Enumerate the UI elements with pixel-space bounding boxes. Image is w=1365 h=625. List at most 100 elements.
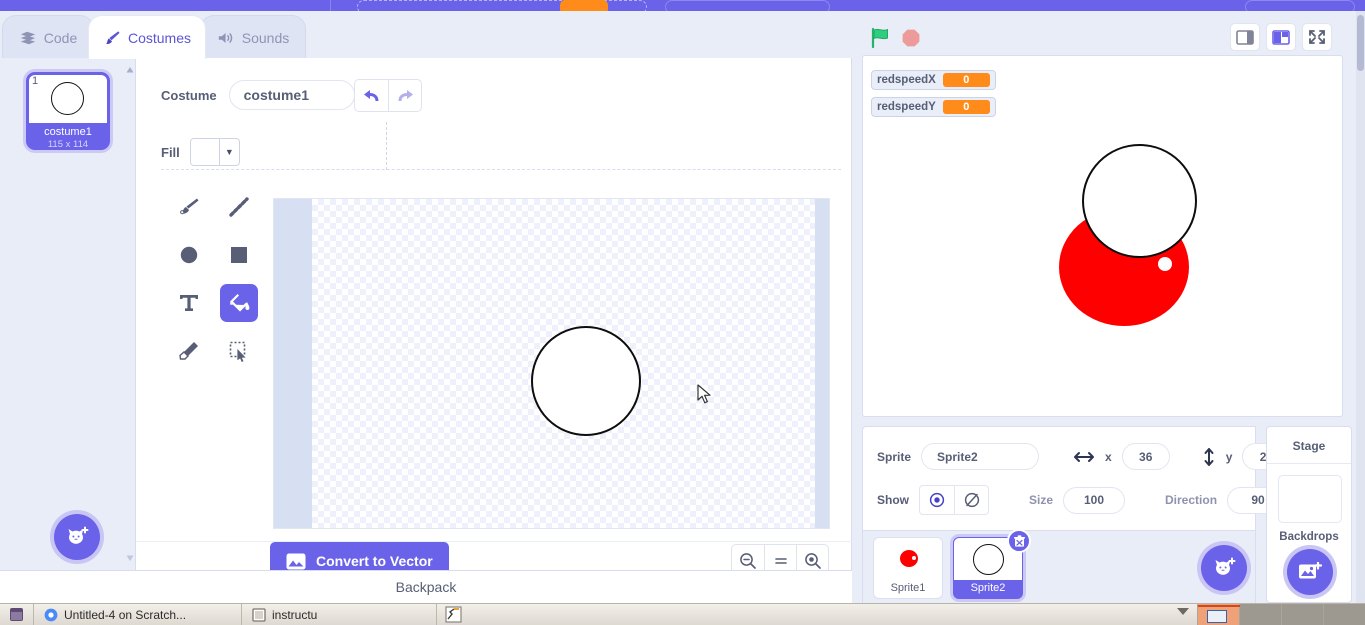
small-stage-button[interactable]	[1230, 23, 1260, 51]
redo-button[interactable]	[388, 80, 421, 111]
costume-field-label: Costume	[161, 88, 217, 103]
paint-canvas[interactable]	[273, 198, 830, 529]
show-hidden-button[interactable]	[954, 486, 988, 514]
canvas-transparency-checker	[312, 199, 817, 529]
eye-slash-icon	[963, 491, 981, 509]
convert-to-vector-label: Convert to Vector	[316, 553, 433, 569]
taskbar-item-label: instructu	[272, 608, 317, 622]
canvas-left-margin	[274, 199, 312, 528]
tab-costumes[interactable]: Costumes	[88, 15, 206, 59]
sprite-size-input[interactable]: 100	[1063, 487, 1125, 514]
costume-list-scrollbar[interactable]	[125, 58, 135, 570]
editor-body: Code Costumes Sounds	[0, 11, 1365, 603]
workspace-2[interactable]	[1239, 604, 1281, 625]
stage-column: redspeedX 0 redspeedY 0 Sprite Sprite2	[852, 11, 1365, 603]
mouse-cursor-icon	[697, 384, 713, 406]
paint-footer-divider	[136, 541, 852, 542]
sprite-info-panel: Sprite Sprite2 x 36 y 28 Show	[862, 426, 1256, 531]
sprite-item-sprite2[interactable]: Sprite2	[953, 537, 1023, 599]
workspace-3[interactable]	[1281, 604, 1323, 625]
fill-color-preview	[191, 139, 219, 165]
toolbar-bottom-divider	[161, 169, 841, 170]
scroll-up-icon[interactable]	[126, 66, 134, 74]
tab-sounds[interactable]: Sounds	[200, 15, 306, 59]
zoom-in-icon	[804, 552, 822, 570]
window-icon	[252, 608, 266, 622]
add-costume-button[interactable]	[54, 514, 100, 560]
show-visible-button[interactable]	[920, 486, 954, 514]
tab-code-label: Code	[44, 30, 77, 46]
workspace-1-strip	[1198, 605, 1240, 607]
launcher-icon	[9, 607, 24, 622]
monitor-redspeedX[interactable]: redspeedX 0	[871, 70, 996, 90]
stage-canvas[interactable]: redspeedX 0 redspeedY 0	[862, 55, 1343, 417]
workspace-4[interactable]	[1323, 604, 1365, 625]
costume-item-1[interactable]: 1 costume1 115 x 114	[26, 72, 110, 150]
costume-name-input[interactable]	[229, 80, 355, 110]
fill-tool[interactable]	[220, 284, 258, 322]
backpack-bar[interactable]: Backpack	[0, 570, 852, 603]
system-taskbar: Untitled-4 on Scratch... instructu	[0, 603, 1365, 625]
sprite-item-sprite1[interactable]: Sprite1	[873, 537, 943, 599]
chrome-icon	[44, 608, 58, 622]
taskbar-tray-editor[interactable]	[437, 604, 470, 625]
fill-label: Fill	[161, 145, 180, 160]
eraser-tool[interactable]	[170, 332, 208, 370]
tab-code[interactable]: Code	[2, 15, 94, 59]
launcher-button[interactable]	[0, 604, 34, 625]
menubar-see-project-page-button[interactable]	[665, 0, 830, 11]
page-scrollbar-thumb[interactable]	[1357, 15, 1364, 71]
fullscreen-button[interactable]	[1302, 23, 1332, 51]
brush-tool[interactable]	[170, 188, 208, 226]
canvas-circle-shape[interactable]	[531, 326, 641, 436]
scroll-down-icon[interactable]	[126, 554, 134, 562]
paint-editor: Costume Fill ▼	[136, 58, 852, 570]
stop-icon[interactable]	[900, 27, 922, 49]
undo-button[interactable]	[355, 80, 388, 111]
monitor-value: 0	[943, 100, 990, 114]
costume-list-panel: 1 costume1 115 x 114	[0, 58, 136, 570]
zoom-out-icon	[739, 552, 757, 570]
fill-color-swatch[interactable]: ▼	[190, 138, 240, 166]
tray-expand-icon[interactable]	[1177, 608, 1189, 615]
taskbar-item-chrome[interactable]: Untitled-4 on Scratch...	[34, 604, 242, 625]
sprite-x-input[interactable]: 36	[1122, 443, 1170, 470]
select-tool[interactable]	[220, 332, 258, 370]
menubar-account-button[interactable]	[1245, 0, 1355, 11]
sprite-name-input[interactable]: Sprite2	[921, 443, 1039, 470]
cat-plus-icon	[65, 526, 89, 548]
rectangle-tool[interactable]	[220, 236, 258, 274]
editor-icon	[445, 606, 462, 623]
ellipse-tool[interactable]	[170, 236, 208, 274]
stage-selector-panel[interactable]: Stage Backdrops	[1266, 426, 1352, 603]
add-backdrop-button[interactable]	[1287, 549, 1333, 595]
delete-sprite-button[interactable]	[1007, 529, 1031, 553]
text-tool[interactable]	[170, 284, 208, 322]
trash-icon	[1013, 535, 1026, 548]
horizontal-arrow-icon	[1073, 450, 1095, 464]
sprite2-white-circle	[973, 544, 1004, 575]
x-label: x	[1105, 450, 1112, 464]
green-flag-icon[interactable]	[870, 27, 892, 49]
large-stage-button[interactable]	[1266, 23, 1296, 51]
costume-number: 1	[32, 75, 38, 87]
line-tool[interactable]	[220, 188, 258, 226]
large-stage-icon	[1272, 30, 1290, 45]
workspace-switcher	[1197, 604, 1365, 625]
costume-size-label: 115 x 114	[29, 139, 107, 150]
sprite-name: Sprite1	[874, 582, 942, 594]
page-scrollbar[interactable]	[1356, 11, 1365, 603]
menubar-share-button[interactable]	[560, 0, 608, 11]
add-sprite-button[interactable]	[1201, 545, 1247, 591]
monitor-name: redspeedX	[877, 74, 936, 86]
stage-sprite-white[interactable]	[1082, 144, 1197, 258]
costume-thumbnail: 1	[29, 75, 107, 123]
image-plus-icon	[1298, 562, 1322, 583]
chevron-down-icon: ▼	[219, 139, 239, 165]
fill-tool-icon	[227, 291, 251, 315]
workspace-1[interactable]	[1197, 604, 1239, 625]
taskbar-item-instructu[interactable]: instructu	[242, 604, 437, 625]
monitor-redspeedY[interactable]: redspeedY 0	[871, 97, 996, 117]
sprite-list-panel: Sprite1 Sprite2	[862, 531, 1256, 603]
select-tool-icon	[227, 339, 251, 363]
